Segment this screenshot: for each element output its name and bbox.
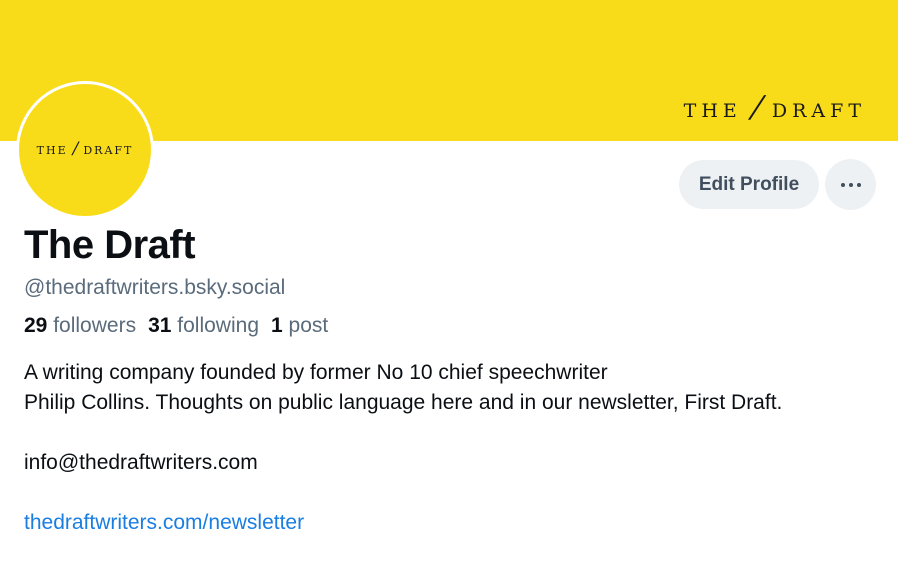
- banner-logo-the: THE: [683, 100, 742, 122]
- posts-stat: 1 post: [271, 314, 328, 338]
- avatar-logo-the: THE: [36, 143, 68, 157]
- newsletter-link[interactable]: thedraftwriters.com/newsletter: [24, 511, 304, 534]
- more-options-button[interactable]: [825, 159, 876, 210]
- ellipsis-icon: [840, 182, 861, 187]
- profile-handle: @thedraftwriters.bsky.social: [24, 276, 286, 299]
- edit-profile-button[interactable]: Edit Profile: [679, 160, 819, 209]
- avatar-logo-draft: DRAFT: [83, 143, 134, 157]
- followers-label: followers: [53, 314, 137, 337]
- profile-bio: A writing company founded by former No 1…: [24, 358, 864, 538]
- banner-logo-slash: /: [749, 90, 765, 125]
- bio-line-2: Philip Collins. Thoughts on public langu…: [24, 391, 783, 414]
- avatar[interactable]: THE / DRAFT: [16, 81, 154, 219]
- following-count: 31: [148, 314, 172, 337]
- bio-email: info@thedraftwriters.com: [24, 451, 258, 474]
- followers-stat[interactable]: 29 followers: [24, 314, 136, 338]
- following-stat[interactable]: 31 following: [148, 314, 259, 338]
- banner-logo: THE / DRAFT: [683, 90, 866, 125]
- avatar-logo-slash: /: [72, 139, 79, 159]
- display-name: The Draft: [24, 223, 196, 267]
- avatar-logo: THE / DRAFT: [36, 139, 134, 160]
- banner-logo-draft: DRAFT: [771, 100, 866, 122]
- bio-line-1: A writing company founded by former No 1…: [24, 361, 608, 384]
- followers-count: 29: [24, 314, 48, 337]
- posts-count: 1: [271, 314, 283, 337]
- posts-label: post: [288, 314, 329, 337]
- following-label: following: [177, 314, 259, 337]
- profile-stats: 29 followers 31 following 1 post: [24, 314, 328, 338]
